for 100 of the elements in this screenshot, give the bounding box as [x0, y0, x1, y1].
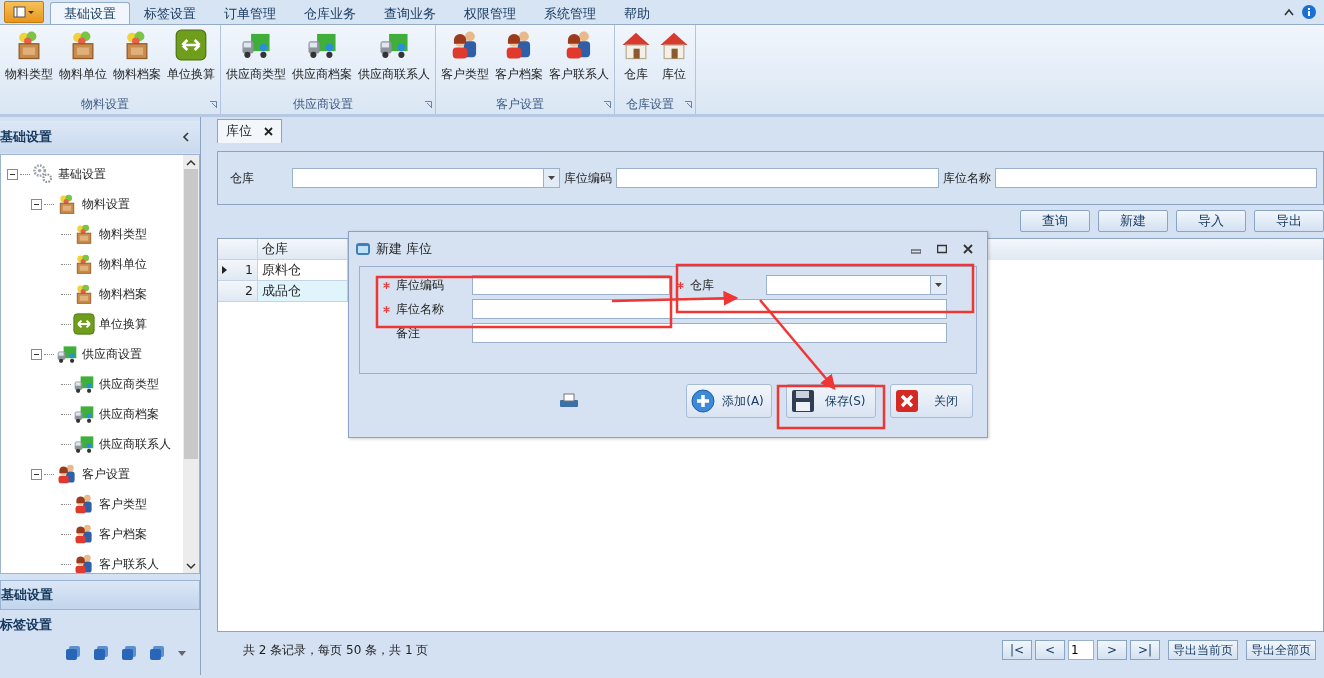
dialog-button[interactable]: 保存(S) — [786, 384, 876, 418]
maximize-icon[interactable] — [937, 244, 947, 254]
ribbon-tab[interactable]: 订单管理 — [210, 2, 290, 24]
close-icon[interactable] — [264, 127, 273, 136]
ribbon-button[interactable]: 物料单位 — [56, 29, 110, 96]
ribbon-button[interactable]: 仓库 — [617, 29, 655, 96]
ribbon-tab[interactable]: 查询业务 — [370, 2, 450, 24]
collapse-icon[interactable] — [1284, 8, 1294, 16]
scroll-up-icon[interactable] — [186, 159, 196, 167]
pager-button[interactable]: < — [1035, 640, 1065, 660]
toolbar-button[interactable]: 导出 — [1254, 210, 1324, 232]
ribbon-button[interactable]: 物料档案 — [110, 29, 164, 96]
input-field[interactable] — [616, 168, 939, 188]
printer-icon[interactable] — [559, 393, 579, 409]
section-icon[interactable] — [122, 646, 136, 660]
dialog-launcher-icon[interactable] — [210, 100, 217, 108]
ribbon-tab[interactable]: 权限管理 — [450, 2, 530, 24]
ribbon-button[interactable]: 供应商类型 — [223, 29, 289, 96]
document-tab[interactable]: 库位 — [217, 119, 282, 143]
ribbon-button[interactable]: 客户联系人 — [546, 29, 612, 96]
field-label: 库位名称 — [942, 170, 991, 187]
ribbon-button[interactable]: 供应商联系人 — [355, 29, 433, 96]
tree-item[interactable]: 物料类型 — [99, 225, 147, 243]
toolbar-button[interactable]: 导入 — [1176, 210, 1246, 232]
pager-button[interactable]: > — [1097, 640, 1127, 660]
app-menu-button[interactable] — [4, 1, 44, 23]
export-button[interactable]: 导出当前页 — [1168, 640, 1238, 660]
tree-item[interactable]: 物料设置 — [82, 195, 130, 213]
table-cell: 原料仓 — [258, 260, 348, 281]
dialog-button[interactable]: 添加(A) — [686, 384, 772, 418]
row-header[interactable]: 2 — [218, 281, 258, 302]
section-icon[interactable] — [150, 646, 164, 660]
info-icon[interactable] — [1302, 5, 1316, 19]
caret-icon[interactable] — [178, 650, 186, 656]
dialog-launcher-icon[interactable] — [604, 100, 611, 108]
ribbon-button[interactable]: 客户类型 — [438, 29, 492, 96]
people-icon — [73, 523, 95, 545]
scroll-down-icon[interactable] — [186, 562, 196, 570]
tree-item[interactable]: 供应商联系人 — [99, 435, 171, 453]
ribbon-button[interactable]: 库位 — [655, 29, 693, 96]
scrollbar[interactable] — [183, 155, 199, 573]
truck-icon — [73, 433, 95, 455]
ribbon-tab[interactable]: 标签设置 — [130, 2, 210, 24]
group-title: 供应商设置 — [292, 96, 354, 113]
dialog-launcher-icon[interactable] — [685, 100, 692, 108]
nav-section[interactable]: 基础设置 — [0, 580, 200, 610]
tree-item[interactable]: 供应商设置 — [82, 345, 142, 363]
people-icon — [73, 553, 95, 573]
tree-item[interactable]: 基础设置 — [58, 165, 106, 183]
ribbon-tab[interactable]: 仓库业务 — [290, 2, 370, 24]
pager-button[interactable]: |< — [1002, 640, 1032, 660]
truck-icon — [56, 343, 78, 365]
ribbon-button[interactable]: 单位换算 — [164, 29, 218, 96]
record-summary: 共 2 条记录，每页 50 条，共 1 页 — [243, 642, 429, 659]
group-title: 物料设置 — [80, 96, 130, 113]
input-field[interactable] — [472, 323, 947, 343]
tree-item[interactable]: 物料单位 — [99, 255, 147, 273]
collapse-icon[interactable] — [182, 132, 190, 142]
swap-arrows-icon — [73, 313, 95, 335]
toolbar-button[interactable]: 查询 — [1020, 210, 1090, 232]
row-header[interactable]: 1 — [218, 260, 258, 281]
input-field[interactable] — [472, 275, 670, 295]
ribbon-tab[interactable]: 帮助 — [610, 2, 664, 24]
collapse-toggle[interactable] — [31, 198, 42, 210]
truck-icon — [73, 373, 95, 395]
tree-item[interactable]: 供应商类型 — [99, 375, 159, 393]
people-icon — [73, 493, 95, 515]
caret-icon — [548, 176, 555, 180]
tree-item[interactable]: 客户类型 — [99, 495, 147, 513]
dropdown-field[interactable] — [292, 168, 560, 188]
export-button[interactable]: 导出全部页 — [1246, 640, 1316, 660]
truck-icon — [73, 403, 95, 425]
dropdown-field[interactable] — [766, 275, 947, 295]
dialog-button[interactable]: 关闭 — [890, 384, 973, 418]
tree-item[interactable]: 客户档案 — [99, 525, 147, 543]
ribbon-button[interactable]: 供应商档案 — [289, 29, 355, 96]
row-indicator-icon — [222, 266, 227, 274]
nav-section[interactable]: 标签设置 — [0, 610, 200, 640]
input-field[interactable] — [994, 168, 1317, 188]
toolbar-button[interactable]: 新建 — [1098, 210, 1168, 232]
collapse-toggle[interactable] — [31, 348, 42, 360]
tree-item[interactable]: 物料档案 — [99, 285, 147, 303]
input-field[interactable] — [472, 299, 947, 319]
row-number: 1 — [245, 260, 253, 279]
pager-button[interactable]: >| — [1130, 640, 1160, 660]
tree-item[interactable]: 供应商档案 — [99, 405, 159, 423]
ribbon-tab[interactable]: 系统管理 — [530, 2, 610, 24]
collapse-toggle[interactable] — [31, 468, 42, 480]
page-field[interactable]: 1 — [1068, 640, 1094, 660]
ribbon-button[interactable]: 物料类型 — [2, 29, 56, 96]
dialog-launcher-icon[interactable] — [425, 100, 432, 108]
collapse-toggle[interactable] — [7, 168, 18, 180]
close-icon[interactable] — [963, 244, 973, 254]
ribbon-tab[interactable]: 基础设置 — [50, 2, 130, 24]
section-icon[interactable] — [94, 646, 108, 660]
tree-item[interactable]: 客户设置 — [82, 465, 130, 483]
tree-item[interactable]: 客户联系人 — [99, 555, 159, 573]
section-icon[interactable] — [66, 646, 80, 660]
tree-item[interactable]: 单位换算 — [99, 315, 147, 333]
ribbon-button[interactable]: 客户档案 — [492, 29, 546, 96]
